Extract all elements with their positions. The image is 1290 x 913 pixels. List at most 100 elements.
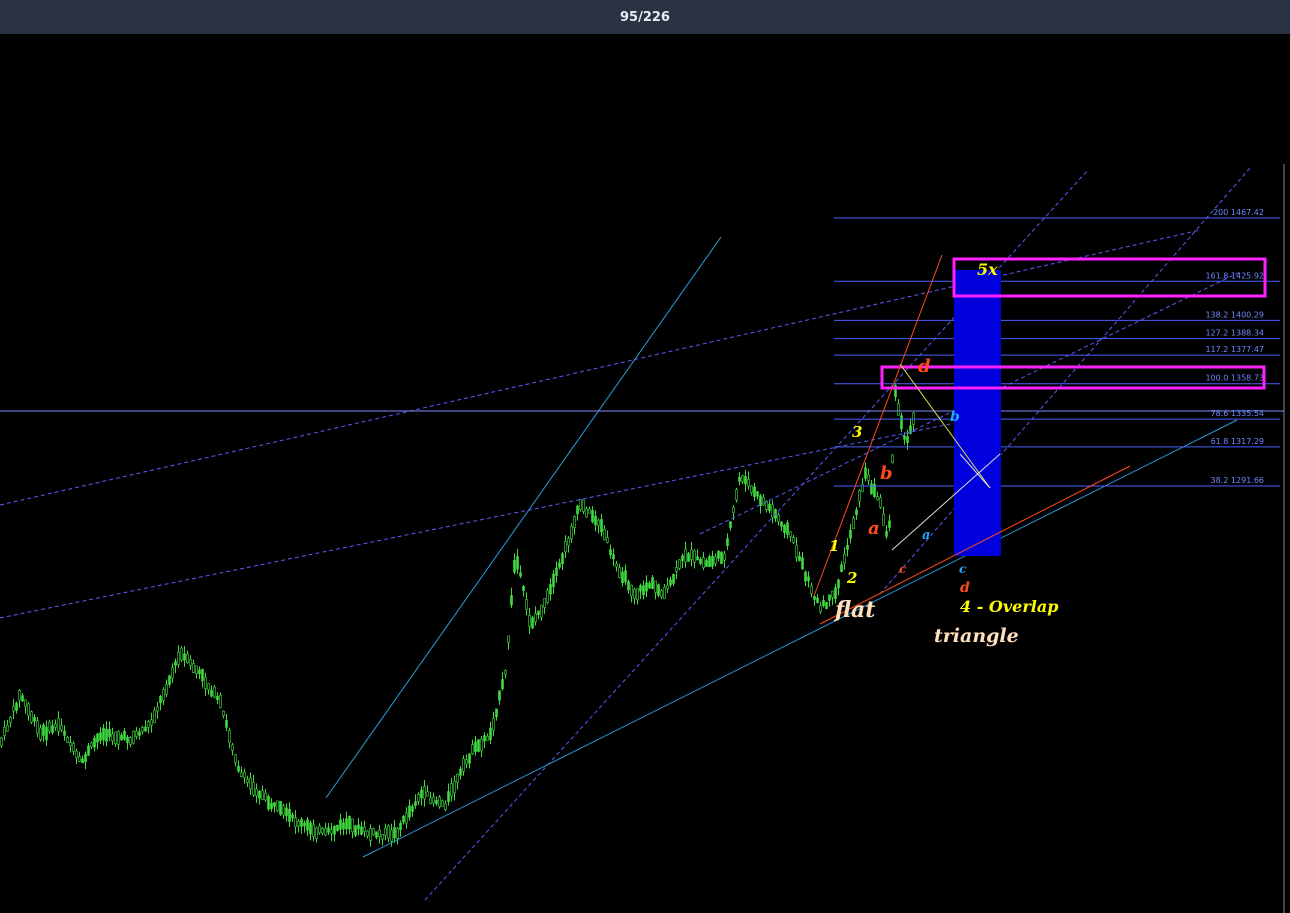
candle-body xyxy=(867,474,870,481)
candle-body xyxy=(714,556,717,564)
candle-body xyxy=(114,731,117,745)
candle-body xyxy=(252,782,255,796)
candle-body xyxy=(147,721,150,728)
candle-body xyxy=(402,815,405,823)
candle-body xyxy=(702,557,705,569)
candle-body xyxy=(3,727,6,736)
candle-body xyxy=(555,567,558,576)
candle-body xyxy=(759,495,762,507)
candle-body xyxy=(183,653,186,661)
candle-body xyxy=(729,521,732,529)
candle-body xyxy=(777,514,780,522)
candle-body xyxy=(393,827,396,839)
candle-body xyxy=(105,728,108,742)
candle-body xyxy=(75,750,78,758)
candle-body xyxy=(888,520,891,528)
candle-body xyxy=(744,476,747,485)
wave-label-cyan-a: a xyxy=(922,528,930,543)
candle-body xyxy=(624,570,627,582)
candle-body xyxy=(51,725,54,733)
candle-body xyxy=(9,717,12,724)
candle-body xyxy=(18,690,21,701)
candle-body xyxy=(771,504,774,518)
candle-body xyxy=(201,668,204,682)
fib-level-label: 161.8 1425.92 xyxy=(1205,271,1264,280)
candle-body xyxy=(687,553,690,562)
candle-body xyxy=(6,724,9,732)
candle-body xyxy=(456,773,459,783)
candle-body xyxy=(291,814,294,819)
wave-label-cyan-c: c xyxy=(959,562,967,576)
candle-body xyxy=(429,797,432,804)
candle-body xyxy=(870,483,873,495)
candle-body xyxy=(513,559,516,573)
candle-body xyxy=(87,745,90,756)
candle-body xyxy=(795,544,798,558)
fib-level-label: 117.2 1377.47 xyxy=(1205,345,1264,354)
candle-body xyxy=(540,604,543,618)
candle-body xyxy=(441,800,444,807)
candle-body xyxy=(843,553,846,564)
candle-body xyxy=(636,588,639,600)
candle-body xyxy=(495,708,498,718)
candle-body xyxy=(387,825,390,839)
candle-body xyxy=(378,829,381,838)
candle-body xyxy=(543,598,546,608)
candle-body xyxy=(900,415,903,430)
candle-body xyxy=(84,753,87,762)
candle-body xyxy=(723,553,726,561)
candle-body xyxy=(528,614,531,627)
candle-body xyxy=(576,505,579,515)
candle-body xyxy=(54,723,57,728)
candle-body xyxy=(747,479,750,487)
candle-body xyxy=(819,605,822,612)
candle-body xyxy=(36,720,39,734)
annotation-overlap: 4 - Overlap xyxy=(960,597,1058,616)
candle-body xyxy=(108,728,111,737)
candle-body xyxy=(510,595,513,606)
candle-body xyxy=(498,690,501,701)
wave-label-5x: 5x xyxy=(977,260,998,279)
candle-body xyxy=(369,828,372,841)
candle-body xyxy=(171,667,174,679)
candle-body xyxy=(762,497,765,506)
candle-body xyxy=(27,703,30,717)
candle-body xyxy=(612,554,615,560)
candle-body xyxy=(318,825,321,834)
candle-body xyxy=(669,579,672,586)
candle-body xyxy=(408,805,411,818)
candle-body xyxy=(123,730,126,740)
candle-body xyxy=(12,706,15,712)
candle-body xyxy=(111,733,114,742)
candle-body xyxy=(603,528,606,541)
fib-level-label: 200 1467.42 xyxy=(1213,208,1264,217)
candle-body xyxy=(93,737,96,748)
candle-body xyxy=(117,731,120,745)
dashed-channel-lines xyxy=(0,167,1251,901)
candle-body xyxy=(621,571,624,583)
candle-body xyxy=(66,737,69,743)
candle-body xyxy=(282,805,285,816)
candle-body xyxy=(243,771,246,779)
candle-body xyxy=(801,557,804,570)
candle-body xyxy=(390,829,393,842)
candle-body xyxy=(156,706,159,712)
candle-body xyxy=(903,435,906,440)
candle-body xyxy=(699,558,702,565)
candle-body xyxy=(675,567,678,572)
candle-body xyxy=(246,779,249,783)
wave-label-red-a: a xyxy=(868,518,880,539)
candle-body xyxy=(810,585,813,595)
candle-body xyxy=(534,613,537,623)
candle-body xyxy=(879,497,882,508)
candle-body xyxy=(630,584,633,597)
candle-body xyxy=(549,584,552,595)
candle-body xyxy=(861,483,864,493)
candle-body xyxy=(324,828,327,836)
candle-body xyxy=(831,590,834,598)
candle-body xyxy=(735,489,738,501)
fib-level-label: 38.2 1291.66 xyxy=(1211,476,1264,485)
wave-label-3: 3 xyxy=(852,423,862,441)
candle-body xyxy=(30,711,33,723)
candle-body xyxy=(186,653,189,663)
